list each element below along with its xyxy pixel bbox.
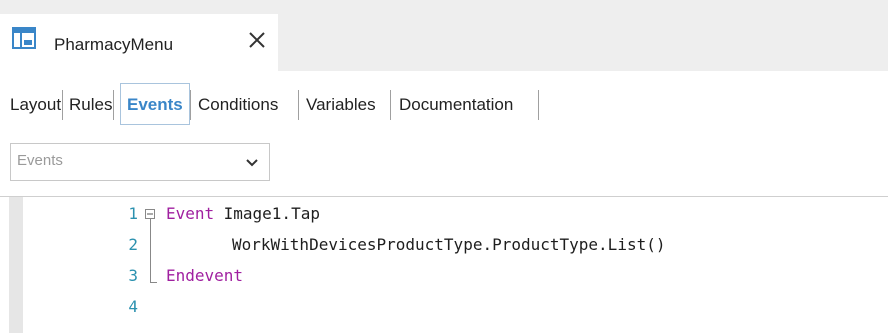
code-line: 3 Endevent <box>0 265 888 296</box>
tab-divider <box>62 90 63 120</box>
tab-conditions[interactable]: Conditions <box>198 82 278 128</box>
events-dropdown[interactable]: Events <box>10 143 270 181</box>
code-keyword: Endevent <box>166 266 244 285</box>
document-tab-title: PharmacyMenu <box>54 35 174 54</box>
editor-window: PharmacyMenu Layout Rules Events Conditi… <box>0 0 888 333</box>
tab-variables[interactable]: Variables <box>306 82 376 128</box>
code-text: Image1.Tap <box>214 204 320 223</box>
panel-layout-icon <box>11 25 37 51</box>
code-text: WorkWithDevicesProductType.ProductType.L… <box>232 235 666 254</box>
code-keyword: Event <box>166 204 215 223</box>
close-icon[interactable] <box>246 29 268 51</box>
document-tab[interactable]: PharmacyMenu <box>0 14 278 71</box>
line-number: 1 <box>128 204 138 223</box>
tab-divider <box>113 90 114 120</box>
editor-subtabs: Layout Rules Events Conditions Variables… <box>0 82 888 128</box>
tab-divider <box>538 90 539 120</box>
tab-events[interactable]: Events <box>120 83 190 125</box>
tab-documentation[interactable]: Documentation <box>399 82 513 128</box>
line-number: 2 <box>128 235 138 254</box>
chevron-down-icon <box>245 156 259 168</box>
document-tab-strip: PharmacyMenu <box>0 0 888 71</box>
tab-divider <box>298 90 299 120</box>
line-number: 4 <box>128 297 138 316</box>
tab-divider <box>390 90 391 120</box>
line-number: 3 <box>128 266 138 285</box>
tab-rules[interactable]: Rules <box>69 82 112 128</box>
events-dropdown-placeholder: Events <box>17 152 63 169</box>
code-line: 4 <box>0 296 888 327</box>
tab-layout[interactable]: Layout <box>10 82 61 128</box>
code-line: 1 Event Image1.Tap <box>0 203 888 234</box>
code-line: 2 WorkWithDevicesProductType.ProductType… <box>0 234 888 265</box>
tab-divider <box>190 90 191 120</box>
